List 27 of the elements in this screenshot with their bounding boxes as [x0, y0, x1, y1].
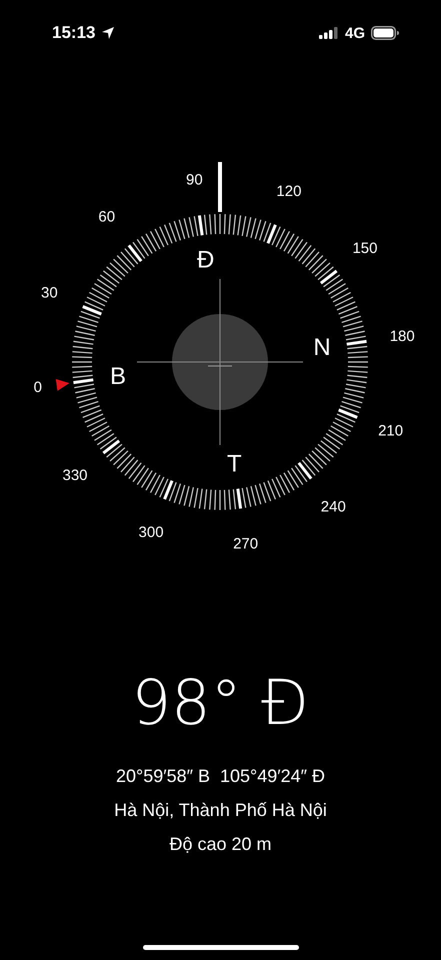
heading-reading: 98° Đ [132, 667, 310, 739]
network-type: 4G [344, 24, 365, 42]
location-arrow-icon [101, 26, 116, 40]
degree-label: 30 [41, 284, 58, 302]
degree-label: 150 [352, 240, 378, 258]
cardinal-label: N [313, 334, 331, 362]
north-pointer-icon [56, 379, 70, 391]
status-time: 15:13 [52, 23, 96, 43]
cardinal-label: T [227, 450, 242, 478]
degree-label: 180 [390, 328, 415, 345]
degree-label: 0 [34, 379, 42, 396]
degree-label: 60 [98, 208, 116, 226]
degree-label: 240 [320, 498, 346, 516]
coordinates-text: 20°59′58″ B 105°49′24″ Đ [116, 765, 326, 788]
degree-label: 300 [138, 524, 164, 542]
degree-label: 210 [378, 422, 404, 440]
cardinal-label: Đ [197, 246, 214, 274]
degree-label: 330 [62, 466, 88, 484]
signal-icon [318, 27, 339, 39]
degree-label: 120 [276, 182, 302, 200]
altitude-text: Độ cao 20 m [169, 833, 272, 856]
cardinal-label: B [110, 362, 126, 390]
degree-label: 270 [233, 536, 258, 553]
battery-icon [371, 26, 399, 40]
degree-label: 90 [186, 171, 203, 188]
location-text: Hà Nội, Thành Phố Hà Nội [114, 799, 327, 822]
heading-marker [218, 162, 222, 212]
